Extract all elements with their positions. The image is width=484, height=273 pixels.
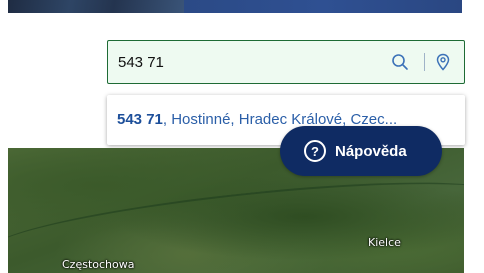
help-question-icon: ? [304, 140, 326, 162]
help-button[interactable]: ? Nápověda [280, 126, 442, 176]
header-strip [0, 0, 484, 13]
search-input[interactable] [108, 41, 389, 83]
map-label-czestochowa: Częstochowa [62, 258, 135, 271]
suggestion-match: 543 71 [117, 111, 163, 128]
header-photo [8, 0, 184, 13]
search-box[interactable] [107, 40, 465, 84]
help-label: Nápověda [335, 142, 407, 160]
map-label-kielce: Kielce [368, 236, 401, 249]
header-bar [184, 0, 462, 13]
search-icon[interactable] [389, 51, 411, 73]
location-pin-icon[interactable] [432, 51, 454, 73]
icon-divider [424, 53, 425, 71]
map-river [8, 165, 464, 273]
